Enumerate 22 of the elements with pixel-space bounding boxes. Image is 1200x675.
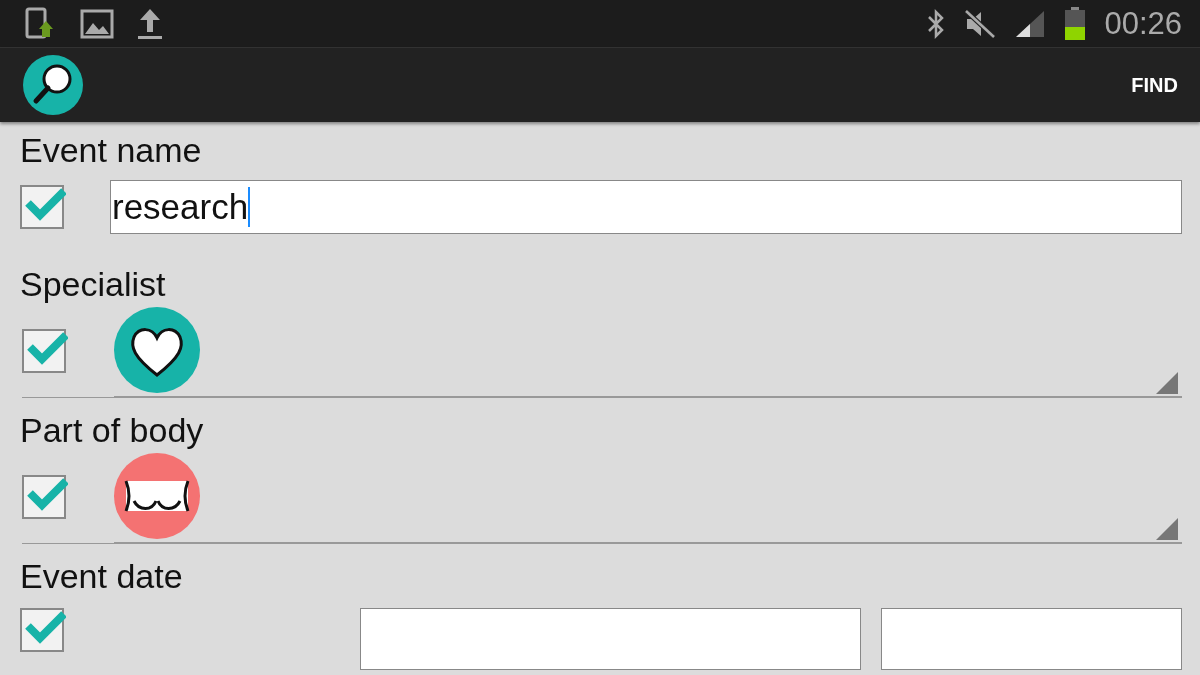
dropdown[interactable] bbox=[114, 450, 1182, 543]
mute-icon bbox=[964, 8, 997, 39]
time-field[interactable] bbox=[880, 608, 1182, 670]
battery-icon bbox=[1064, 6, 1087, 41]
checkbox[interactable] bbox=[22, 474, 66, 519]
dropdown[interactable] bbox=[114, 304, 1182, 397]
section-label: Event date bbox=[20, 556, 184, 596]
checkbox[interactable] bbox=[20, 185, 64, 229]
section-label: Event name bbox=[20, 130, 203, 170]
dropdown-corner-icon bbox=[1156, 518, 1178, 540]
date-field[interactable] bbox=[360, 608, 861, 670]
checkbox[interactable] bbox=[20, 608, 64, 652]
signal-icon bbox=[1014, 8, 1047, 39]
dropdown-corner-icon bbox=[1156, 372, 1178, 394]
input-field[interactable]: research bbox=[110, 180, 1182, 234]
checkbox[interactable] bbox=[22, 328, 66, 373]
status-time: 00:26 bbox=[1104, 5, 1182, 42]
search-icon[interactable] bbox=[23, 55, 83, 115]
section-label: Part of body bbox=[20, 410, 205, 450]
image-icon bbox=[80, 8, 114, 39]
section-label: Specialist bbox=[20, 264, 167, 304]
find-button[interactable]: FIND bbox=[1123, 65, 1186, 105]
